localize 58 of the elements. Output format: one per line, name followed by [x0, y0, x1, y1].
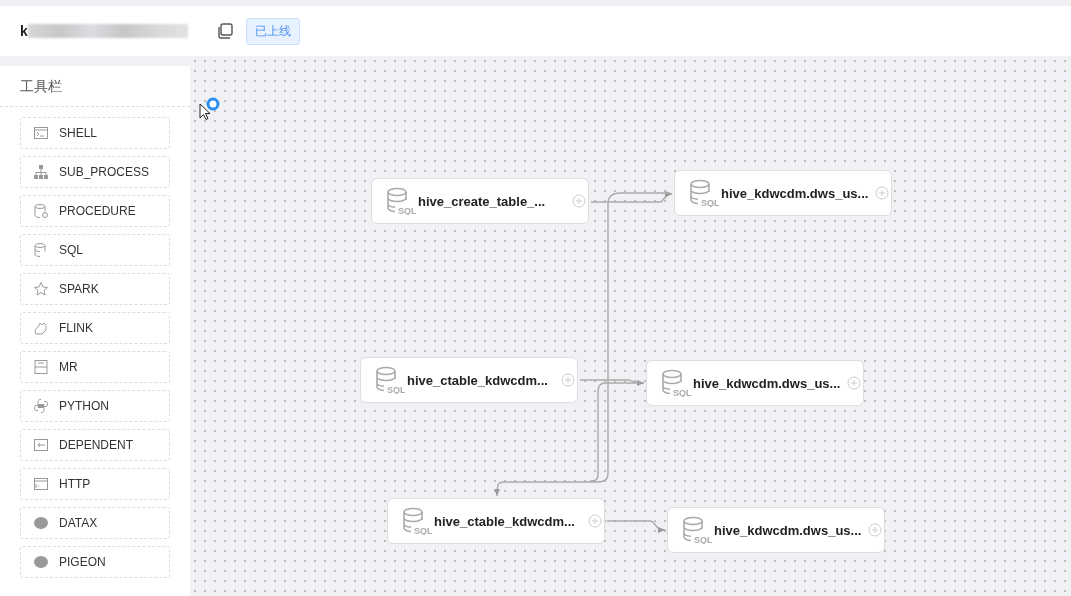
task-node[interactable]: SQL hive_kdwcdm.dws_us...: [667, 507, 885, 553]
add-icon[interactable]: [847, 376, 861, 390]
add-icon[interactable]: [875, 186, 889, 200]
copy-icon[interactable]: [215, 22, 234, 40]
task-type-item[interactable]: PROCEDURE: [20, 195, 170, 227]
star-icon: [33, 281, 49, 297]
task-type-label: SHELL: [59, 126, 98, 140]
database-icon: [33, 242, 49, 258]
task-type-item[interactable]: DEPENDENT: [20, 429, 170, 461]
node-label: hive_kdwcdm.dws_us...: [721, 185, 869, 201]
circle-icon: [33, 515, 49, 531]
add-icon[interactable]: [572, 194, 586, 208]
task-type-label: SQL: [59, 243, 83, 257]
add-icon[interactable]: [868, 523, 882, 537]
task-node[interactable]: SQL hive_kdwcdm.dws_us...: [646, 360, 864, 406]
task-type-item[interactable]: SQL: [20, 234, 170, 266]
status-badge: 已上线: [245, 17, 300, 45]
hierarchy-icon: [33, 164, 49, 180]
node-label: hive_kdwcdm.dws_us...: [693, 375, 841, 391]
task-node[interactable]: SQL hive_ctable_kdwcdm...: [360, 357, 578, 403]
add-icon[interactable]: [561, 373, 575, 387]
mouse-pointer-icon: [199, 103, 211, 121]
import-icon: [33, 437, 49, 453]
task-type-item[interactable]: SUB_PROCESS: [20, 156, 170, 188]
task-type-item[interactable]: HTTP: [20, 468, 170, 500]
task-type-label: PROCEDURE: [59, 204, 136, 218]
task-type-item[interactable]: MR: [20, 351, 170, 383]
task-type-label: MR: [59, 360, 78, 374]
node-label: hive_kdwcdm.dws_us...: [714, 522, 862, 538]
task-type-item[interactable]: PYTHON: [20, 390, 170, 422]
terminal-icon: [33, 125, 49, 141]
http-icon: [33, 476, 49, 492]
task-type-item[interactable]: PIGEON: [20, 546, 170, 578]
task-type-item[interactable]: SHELL: [20, 117, 170, 149]
task-node[interactable]: SQL hive_ctable_kdwcdm...: [387, 498, 605, 544]
task-type-item[interactable]: DATAX: [20, 507, 170, 539]
connection-point-icon: [206, 97, 220, 111]
circle-icon: [33, 554, 49, 570]
task-type-label: HTTP: [59, 477, 91, 491]
node-label: hive_create_table_...: [418, 193, 547, 209]
task-type-label: FLINK: [59, 321, 93, 335]
task-type-label: SUB_PROCESS: [59, 165, 150, 179]
workflow-title: k: [20, 23, 28, 39]
task-type-label: DATAX: [59, 516, 98, 530]
task-type-label: PYTHON: [59, 399, 109, 413]
task-type-label: DEPENDENT: [59, 438, 133, 452]
node-label: hive_ctable_kdwcdm...: [434, 513, 576, 529]
task-type-label: PIGEON: [59, 555, 106, 569]
task-type-item[interactable]: FLINK: [20, 312, 170, 344]
task-node[interactable]: SQL hive_kdwcdm.dws_us...: [674, 170, 892, 216]
task-type-label: SPARK: [59, 282, 99, 296]
box-icon: [33, 359, 49, 375]
task-node[interactable]: SQL hive_create_table_...: [371, 178, 589, 224]
task-type-item[interactable]: SPARK: [20, 273, 170, 305]
node-label: hive_ctable_kdwcdm...: [407, 372, 549, 388]
add-icon[interactable]: [588, 514, 602, 528]
database-gear-icon: [33, 203, 49, 219]
python-icon: [33, 398, 49, 414]
